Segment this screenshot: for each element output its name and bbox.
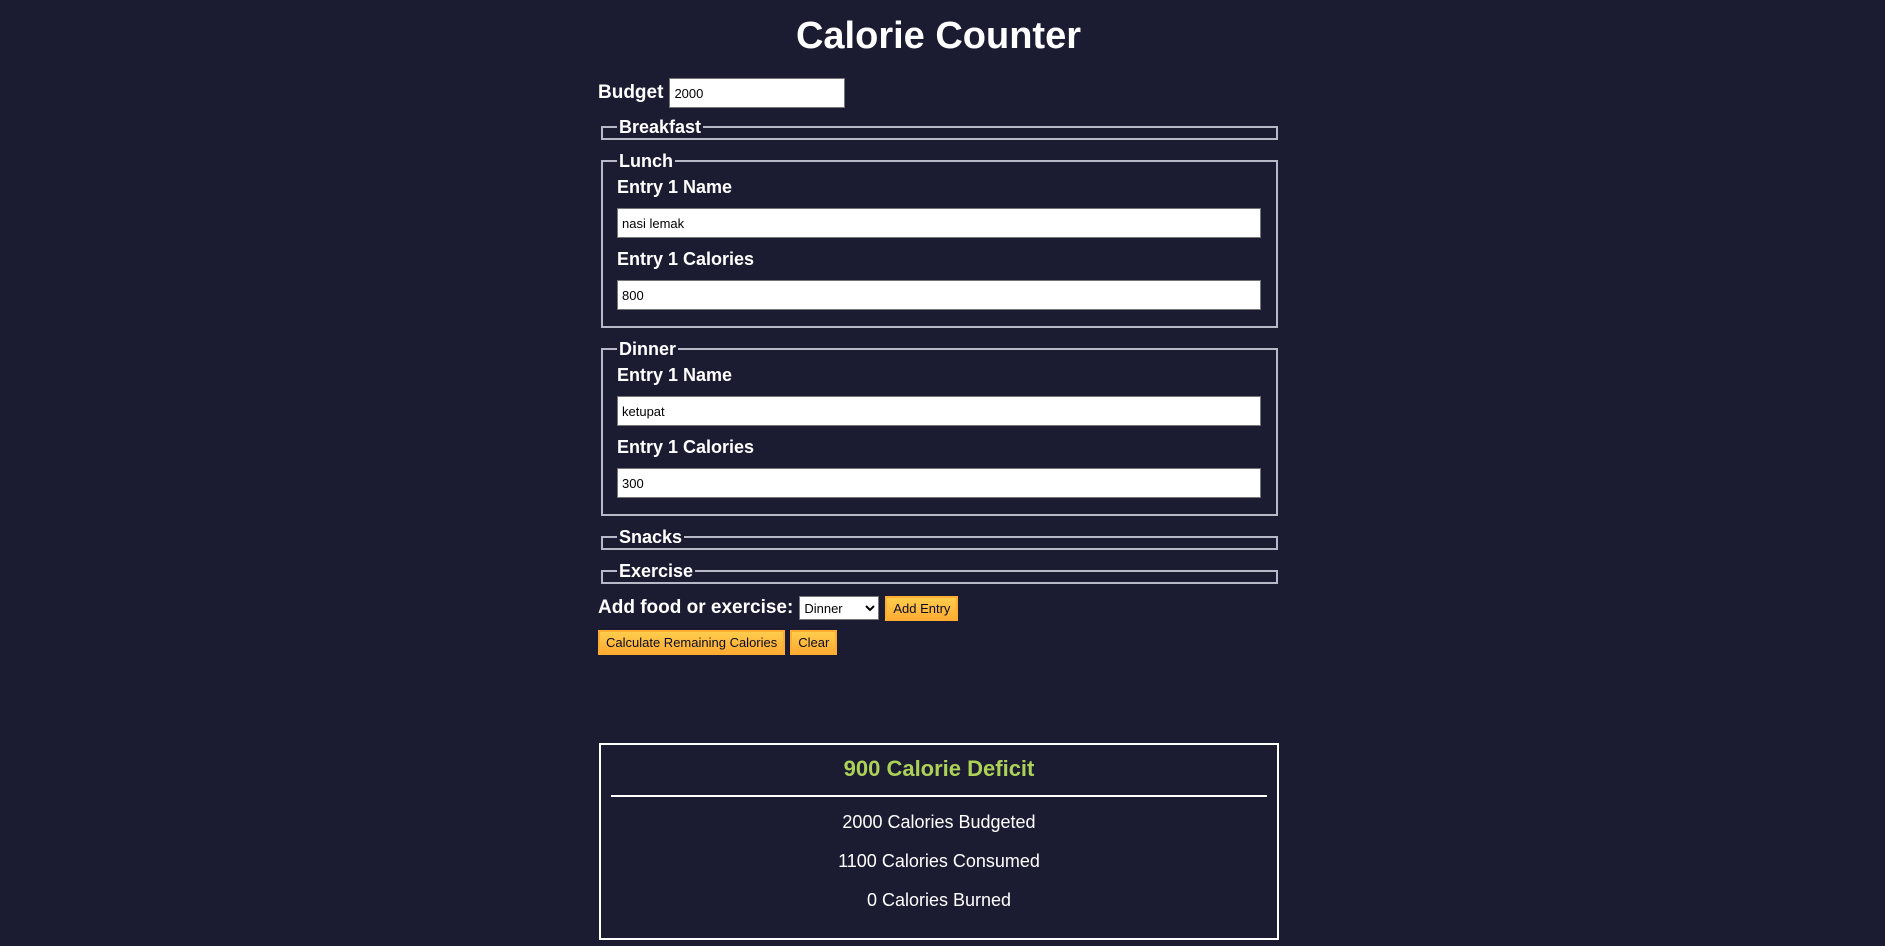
- snacks-legend: Snacks: [619, 527, 683, 547]
- dinner-entry-name-input[interactable]: [617, 396, 1261, 426]
- calories-burned: 0 Calories Burned: [866, 890, 1012, 910]
- budget-label: Budget: [598, 82, 664, 103]
- breakfast-fieldset: Breakfast: [601, 116, 1278, 140]
- action-buttons: Calculate Remaining Calories Clear: [598, 630, 1280, 655]
- dinner-legend: Dinner: [619, 339, 677, 359]
- exercise-fieldset: Exercise: [601, 560, 1278, 584]
- breakfast-legend: Breakfast: [619, 117, 702, 137]
- calorie-counter-page: Calorie Counter Budget Breakfast Lunch E…: [0, 0, 1885, 946]
- add-entry-label: Add food or exercise:: [598, 597, 794, 618]
- dinner-fieldset: Dinner Entry 1 Name Entry 1 Calories: [601, 338, 1278, 516]
- lunch-fieldset: Lunch Entry 1 Name Entry 1 Calories: [601, 150, 1278, 328]
- lunch-entry-name-input[interactable]: [617, 208, 1261, 238]
- add-entry-row: Add food or exercise: Dinner Add Entry: [598, 594, 1280, 622]
- calorie-result: 900 Calorie Deficit: [843, 756, 1035, 781]
- budget-row: Budget: [598, 78, 1280, 108]
- exercise-legend: Exercise: [619, 561, 694, 581]
- output-panel: 900 Calorie Deficit 2000 Calories Budget…: [599, 743, 1279, 940]
- snacks-fieldset: Snacks: [601, 526, 1278, 550]
- lunch-legend: Lunch: [619, 151, 673, 171]
- calories-budgeted: 2000 Calories Budgeted: [842, 812, 1036, 832]
- output-divider: [611, 795, 1267, 797]
- dinner-entry-name-label: Entry 1 Name: [617, 365, 733, 385]
- page-title: Calorie Counter: [795, 15, 1082, 57]
- calories-consumed: 1100 Calories Consumed: [838, 851, 1040, 871]
- calorie-form: Budget Breakfast Lunch Entry 1 Name Entr…: [598, 78, 1280, 655]
- lunch-entry-name-label: Entry 1 Name: [617, 177, 733, 197]
- lunch-entry-calories-input[interactable]: [617, 280, 1261, 310]
- entry-type-dropdown[interactable]: Dinner: [799, 596, 880, 620]
- budget-input[interactable]: [669, 78, 846, 108]
- dinner-entry-calories-label: Entry 1 Calories: [617, 437, 755, 457]
- add-entry-button[interactable]: Add Entry: [885, 595, 959, 621]
- lunch-entry-calories-label: Entry 1 Calories: [617, 249, 755, 269]
- calculate-button[interactable]: Calculate Remaining Calories: [598, 630, 786, 655]
- dinner-entry-calories-input[interactable]: [617, 468, 1261, 498]
- clear-button[interactable]: Clear: [790, 630, 838, 655]
